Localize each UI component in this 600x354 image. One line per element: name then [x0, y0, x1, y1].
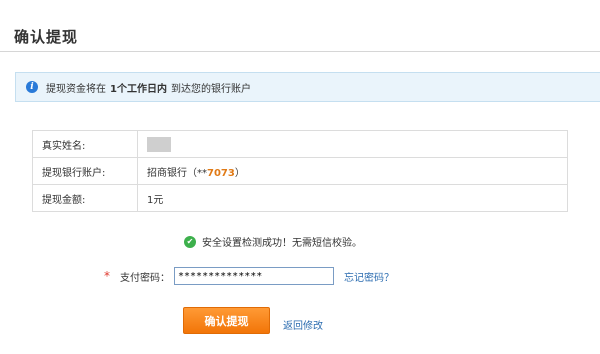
real-name-mask: [147, 136, 171, 152]
password-input[interactable]: [174, 267, 334, 285]
table-row: 提现金额: 1元: [32, 184, 568, 212]
real-name-label: 真实姓名:: [32, 130, 138, 158]
bank-account-value: 招商银行（**7073）: [137, 157, 568, 185]
required-mark: *: [104, 269, 110, 283]
back-edit-link[interactable]: 返回修改: [283, 317, 323, 332]
security-check-text: 安全设置检测成功！无需短信校验。: [202, 238, 362, 249]
security-check-message: ✔ 安全设置检测成功！无需短信校验。: [184, 234, 362, 249]
notice-prefix: 提现资金将在: [46, 83, 106, 95]
withdraw-details-table: 真实姓名: 提现银行账户: 招商银行（**7073） 提现金额: 1元: [32, 130, 568, 212]
notice-highlight: 1个工作日内: [110, 83, 167, 95]
bank-account-label: 提现银行账户:: [32, 157, 138, 185]
real-name-value: [137, 130, 568, 158]
notice-bar: i 提现资金将在 1个工作日内 到达您的银行账户: [15, 72, 600, 102]
title-divider: [0, 51, 600, 52]
amount-value: 1元: [137, 184, 568, 212]
info-icon: i: [26, 81, 38, 93]
page-title: 确认提现: [14, 28, 79, 46]
bank-name: 招商银行: [147, 167, 187, 179]
notice-suffix: 到达您的银行账户: [170, 83, 251, 95]
check-icon: ✔: [184, 235, 196, 248]
confirm-withdraw-button[interactable]: 确认提现: [183, 307, 270, 334]
forgot-password-link[interactable]: 忘记密码？: [344, 269, 394, 284]
amount-label: 提现金额:: [32, 184, 138, 212]
password-label: 支付密码：: [120, 272, 170, 284]
table-row: 提现银行账户: 招商银行（**7073）: [32, 157, 568, 185]
account-open-bracket: （**: [187, 167, 207, 179]
table-row: 真实姓名:: [32, 130, 568, 158]
account-close-bracket: ）: [234, 167, 245, 179]
account-last-digits: 7073: [207, 167, 235, 179]
password-row: * 支付密码： 忘记密码？: [104, 267, 394, 285]
